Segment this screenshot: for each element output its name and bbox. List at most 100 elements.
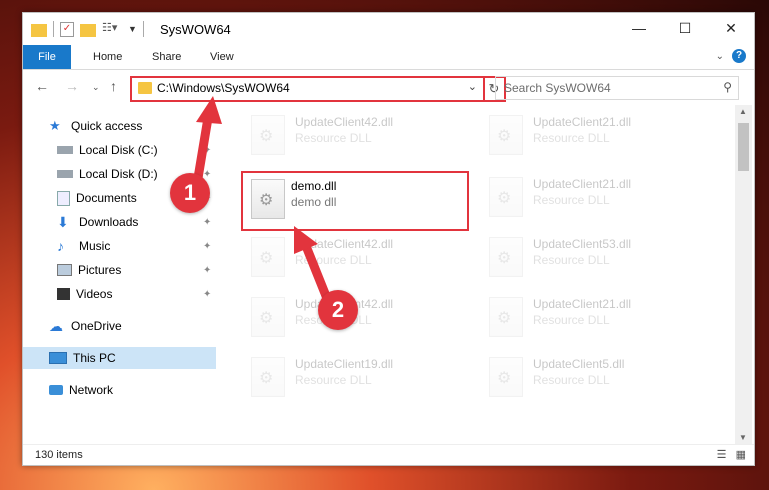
file-item[interactable]: UpdateClient21.dll Resource DLL: [481, 171, 711, 221]
chevron-down-icon[interactable]: ▼: [128, 24, 137, 34]
item-count: 130 items: [35, 449, 83, 461]
forward-arrow-icon[interactable]: →: [65, 78, 79, 94]
dll-file-icon: [251, 357, 285, 397]
file-name: UpdateClient21.dll: [533, 115, 632, 129]
recent-locations-icon[interactable]: ⌄: [92, 82, 100, 93]
ribbon-tabs: File Home Share View ⌄ ?: [23, 45, 754, 70]
file-item-demo-dll[interactable]: demo.dll demo dll: [241, 171, 469, 231]
file-item[interactable]: UpdateClient42.dll Resource DLL: [243, 291, 473, 341]
file-name: UpdateClient42.dll: [295, 237, 394, 251]
sidebar-item-pictures[interactable]: Pictures ✦: [23, 259, 216, 281]
large-icons-view-icon[interactable]: ▦: [736, 449, 746, 461]
file-type: demo dll: [291, 195, 337, 209]
sidebar-item-label: Documents: [76, 191, 137, 205]
file-item[interactable]: UpdateClient21.dll Resource DLL: [481, 109, 711, 159]
dll-file-icon: [489, 357, 523, 397]
file-type: Resource DLL: [295, 373, 372, 387]
file-type: Resource DLL: [295, 253, 372, 267]
folder-icon: [138, 82, 152, 94]
search-input[interactable]: Search SysWOW64: [504, 81, 611, 95]
sidebar-item-label: Videos: [76, 287, 113, 301]
pin-icon[interactable]: ✦: [203, 265, 211, 276]
title-bar: ✓ ☷▾ ▼ SysWOW64 — ☐ ✕: [23, 13, 754, 45]
pictures-icon: [57, 264, 72, 276]
help-icon[interactable]: ?: [732, 49, 746, 63]
navigation-bar: ← → ⌄ ↑ C:\Windows\SysWOW64 ⌄ ↻ Search S…: [23, 70, 754, 104]
file-name: UpdateClient5.dll: [533, 357, 625, 371]
file-type: Resource DLL: [533, 313, 610, 327]
sidebar-item-quick-access[interactable]: ★ Quick access: [23, 115, 216, 137]
file-item[interactable]: UpdateClient21.dll Resource DLL: [481, 291, 711, 341]
address-bar[interactable]: C:\Windows\SysWOW64 ⌄: [130, 76, 485, 102]
file-name: UpdateClient21.dll: [533, 297, 632, 311]
file-item[interactable]: UpdateClient53.dll Resource DLL: [481, 231, 711, 281]
file-item[interactable]: UpdateClient5.dll Resource DLL: [481, 351, 711, 401]
properties-icon[interactable]: ✓: [60, 21, 74, 37]
view-toggle: ☰ ▦: [717, 448, 746, 461]
vertical-scrollbar[interactable]: ▲ ▼: [735, 105, 752, 444]
sidebar-item-label: OneDrive: [71, 319, 122, 333]
maximize-button[interactable]: ☐: [662, 13, 708, 43]
onedrive-icon: ☁: [49, 318, 63, 334]
expand-ribbon-icon[interactable]: ⌄: [716, 51, 724, 62]
sidebar-item-label: Music: [79, 239, 111, 253]
sidebar-item-music[interactable]: ♪ Music ✦: [23, 235, 216, 257]
drive-icon: [57, 146, 73, 154]
documents-icon: [57, 190, 70, 206]
pin-icon[interactable]: ✦: [203, 169, 211, 180]
chevron-down-icon[interactable]: ⌄: [468, 80, 477, 93]
dll-file-icon: [251, 115, 285, 155]
file-item[interactable]: UpdateClient42.dll Resource DLL: [243, 109, 473, 159]
pin-icon[interactable]: ✦: [203, 289, 211, 300]
minimize-button[interactable]: —: [616, 13, 662, 43]
sidebar-item-label: This PC: [73, 351, 116, 365]
pin-icon[interactable]: ✦: [203, 217, 211, 228]
file-name: UpdateClient53.dll: [533, 237, 632, 251]
search-box[interactable]: Search SysWOW64 ⚲: [495, 76, 739, 100]
window-controls: — ☐ ✕: [616, 13, 754, 43]
search-icon[interactable]: ⚲: [723, 80, 732, 94]
ribbon-right-controls: ⌄ ?: [716, 49, 746, 63]
sidebar-item-network[interactable]: Network: [23, 379, 216, 401]
dll-file-icon: [251, 237, 285, 277]
scrollbar-thumb[interactable]: [738, 123, 749, 171]
details-view-icon[interactable]: ☰: [717, 449, 727, 461]
new-folder-icon[interactable]: [80, 23, 96, 37]
navigation-pane: ★ Quick access Local Disk (C:) ✦ Local D…: [23, 105, 216, 444]
close-button[interactable]: ✕: [708, 13, 754, 43]
sidebar-item-label: Quick access: [71, 119, 143, 133]
scroll-up-icon[interactable]: ▲: [739, 107, 747, 116]
scroll-down-icon[interactable]: ▼: [739, 433, 747, 442]
pin-icon[interactable]: ✦: [203, 241, 211, 252]
file-name: UpdateClient42.dll: [295, 115, 394, 129]
dll-file-icon: [251, 297, 285, 337]
tab-home[interactable]: Home: [93, 45, 122, 69]
sidebar-item-videos[interactable]: Videos ✦: [23, 283, 216, 305]
file-item[interactable]: UpdateClient42.dll Resource DLL: [243, 231, 473, 281]
downloads-icon: ⬇: [57, 214, 69, 230]
sidebar-item-onedrive[interactable]: ☁ OneDrive: [23, 315, 216, 337]
sidebar-item-label: Local Disk (C:): [79, 143, 158, 157]
toolbar-separator: [53, 21, 54, 37]
step-2-badge: 2: [318, 290, 358, 330]
file-type: Resource DLL: [533, 253, 610, 267]
tab-file[interactable]: File: [23, 45, 71, 69]
sidebar-item-this-pc[interactable]: This PC: [23, 347, 216, 369]
pc-icon: [49, 352, 67, 364]
toolbar-separator: [142, 21, 144, 37]
sidebar-item-local-disk-c[interactable]: Local Disk (C:) ✦: [23, 139, 216, 161]
back-arrow-icon[interactable]: ←: [35, 78, 49, 94]
file-item[interactable]: UpdateClient19.dll Resource DLL: [243, 351, 473, 401]
tab-share[interactable]: Share: [152, 45, 181, 69]
pin-icon[interactable]: ✦: [203, 145, 211, 156]
customize-icon[interactable]: ☷▾: [102, 21, 118, 37]
tab-view[interactable]: View: [210, 45, 234, 69]
address-path[interactable]: C:\Windows\SysWOW64: [157, 81, 290, 95]
file-type: Resource DLL: [533, 131, 610, 145]
sidebar-item-downloads[interactable]: ⬇ Downloads ✦: [23, 211, 216, 233]
sidebar-item-label: Local Disk (D:): [79, 167, 158, 181]
sidebar-item-label: Pictures: [78, 263, 122, 277]
dll-file-icon: [489, 237, 523, 277]
up-arrow-icon[interactable]: ↑: [110, 78, 117, 94]
folder-icon: [31, 23, 47, 37]
